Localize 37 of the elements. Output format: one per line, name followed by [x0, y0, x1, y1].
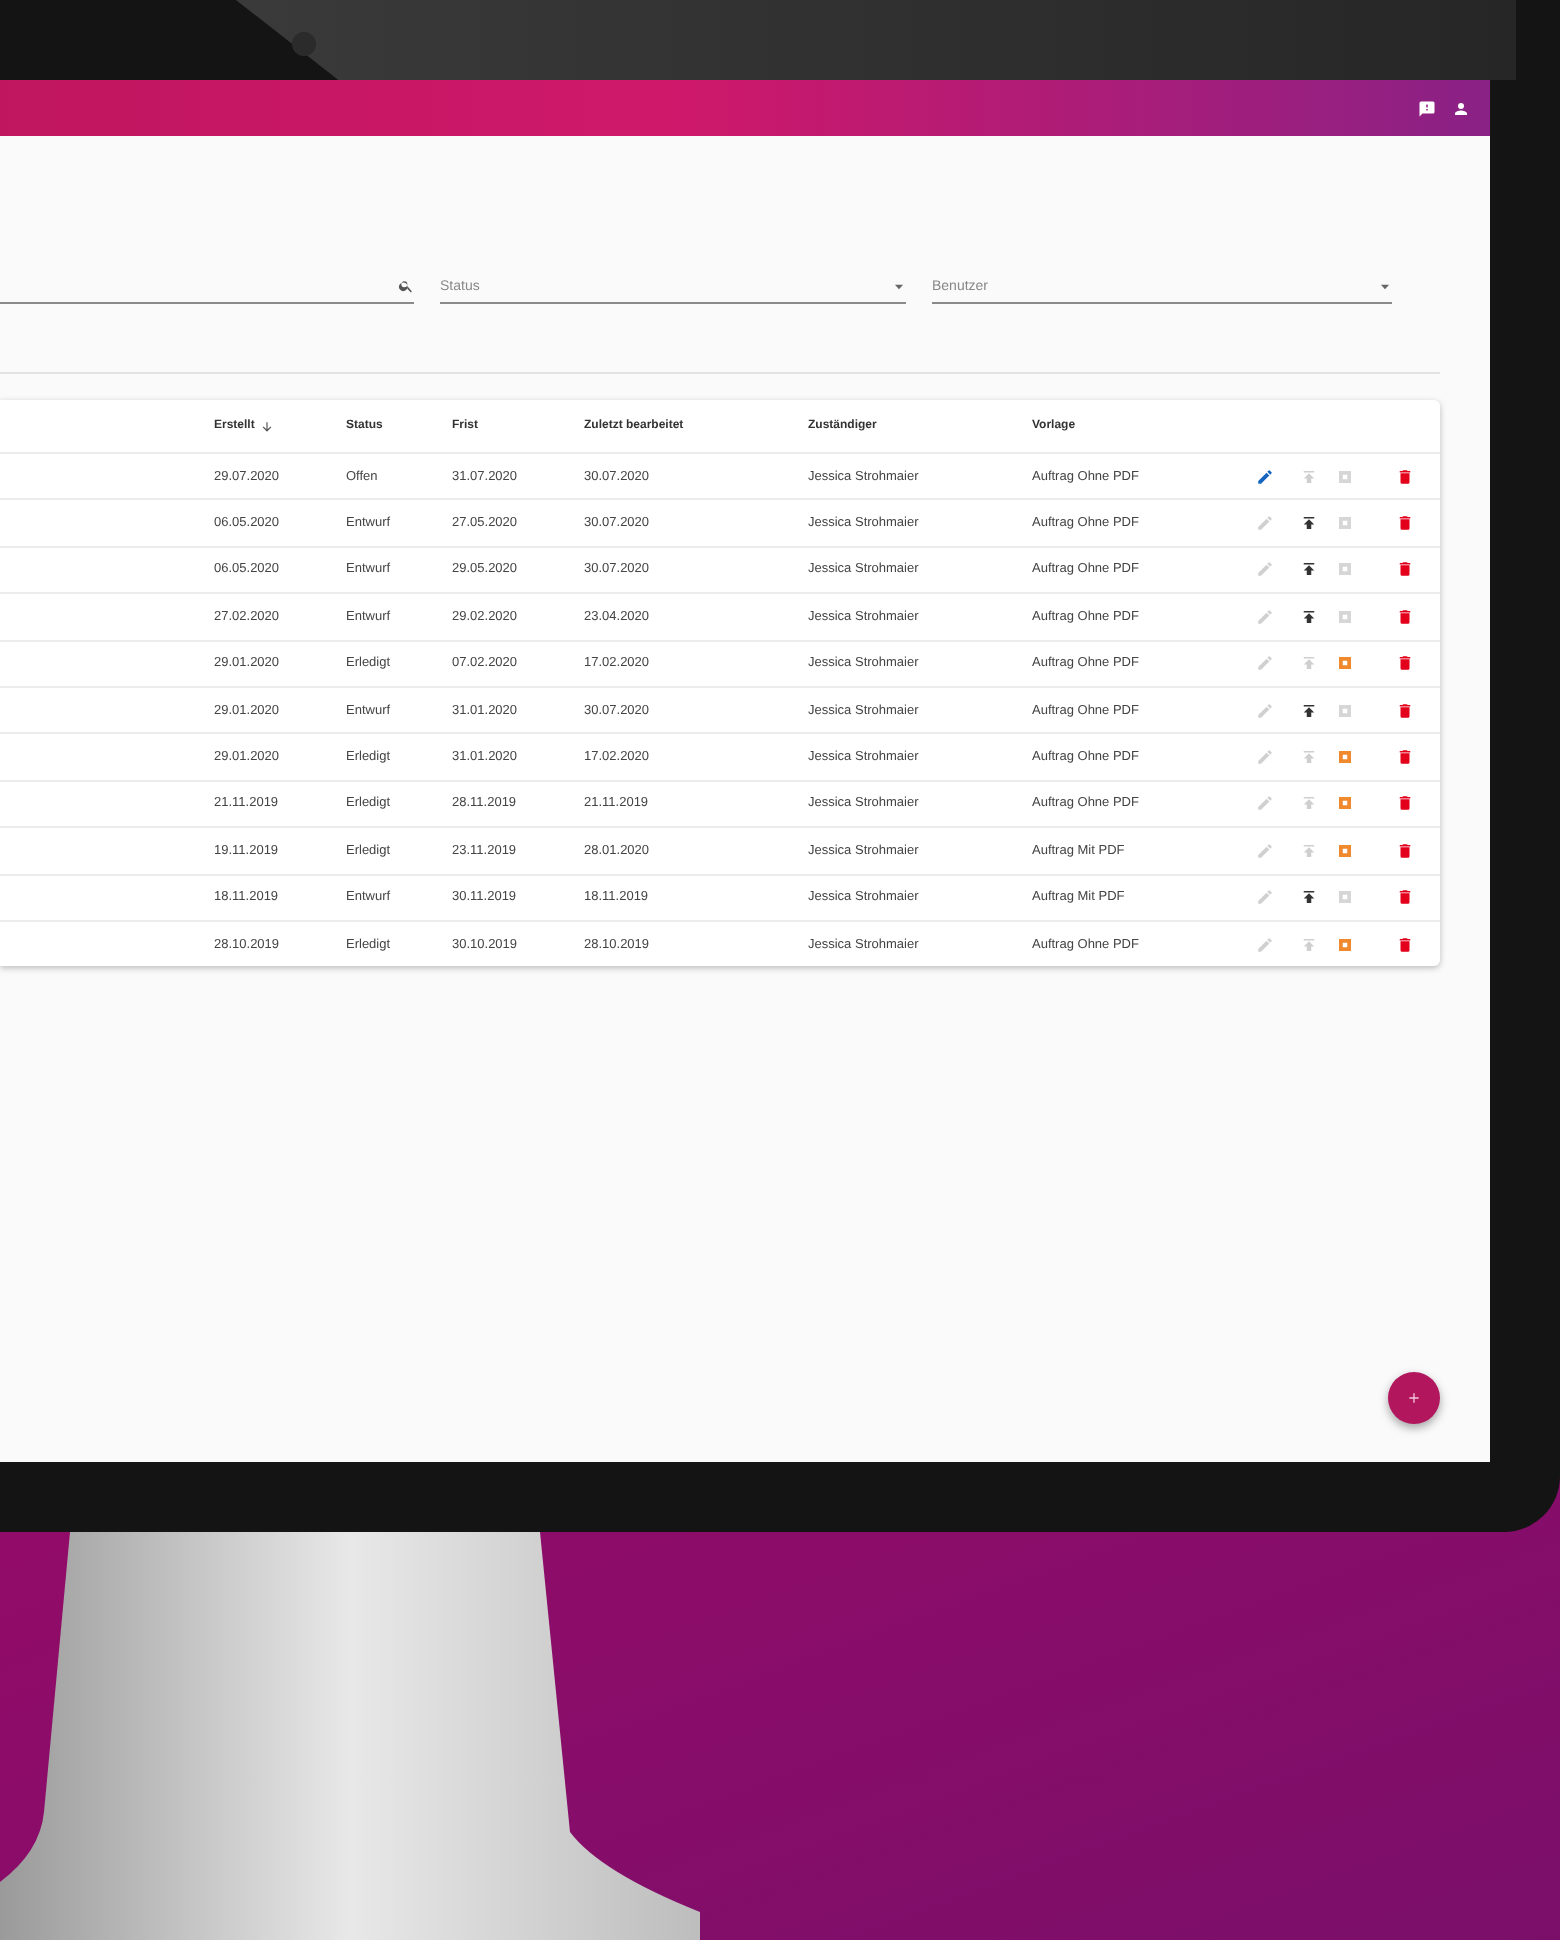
upload-icon[interactable] [1300, 560, 1318, 579]
pdf-icon[interactable] [1336, 935, 1354, 954]
pdf-icon[interactable] [1336, 654, 1354, 673]
upload-icon[interactable] [1300, 888, 1318, 907]
add-button[interactable] [1388, 1372, 1440, 1424]
camera-icon [292, 32, 316, 56]
trash-icon[interactable] [1396, 794, 1414, 813]
pdf-icon[interactable] [1336, 888, 1354, 907]
trash-icon[interactable] [1396, 888, 1414, 907]
dropdown-caret-icon [1378, 279, 1392, 293]
pdf-icon[interactable] [1336, 514, 1354, 533]
trash-icon[interactable] [1396, 701, 1414, 720]
pdf-icon[interactable] [1336, 607, 1354, 626]
dropdown-caret-icon [892, 279, 906, 293]
pdf-icon[interactable] [1336, 560, 1354, 579]
pdf-icon[interactable] [1336, 467, 1354, 486]
trash-icon[interactable] [1396, 935, 1414, 954]
trash-icon[interactable] [1396, 748, 1414, 767]
pdf-icon[interactable] [1336, 841, 1354, 860]
trash-icon[interactable] [1396, 607, 1414, 626]
feedback-icon[interactable] [1418, 99, 1436, 117]
arrow-down-icon [260, 419, 275, 433]
upload-icon[interactable] [1300, 514, 1318, 533]
plus-icon [1406, 1390, 1422, 1406]
search-icon [398, 278, 414, 294]
person-icon[interactable] [1452, 99, 1470, 117]
pdf-icon[interactable] [1336, 794, 1354, 813]
pdf-icon[interactable] [1336, 701, 1354, 720]
pdf-icon[interactable] [1336, 748, 1354, 767]
pencil-icon[interactable] [1256, 467, 1274, 486]
trash-icon[interactable] [1396, 467, 1414, 486]
trash-icon[interactable] [1396, 514, 1414, 533]
trash-icon[interactable] [1396, 654, 1414, 673]
trash-icon[interactable] [1396, 841, 1414, 860]
upload-icon[interactable] [1300, 607, 1318, 626]
trash-icon[interactable] [1396, 560, 1414, 579]
upload-icon[interactable] [1300, 701, 1318, 720]
